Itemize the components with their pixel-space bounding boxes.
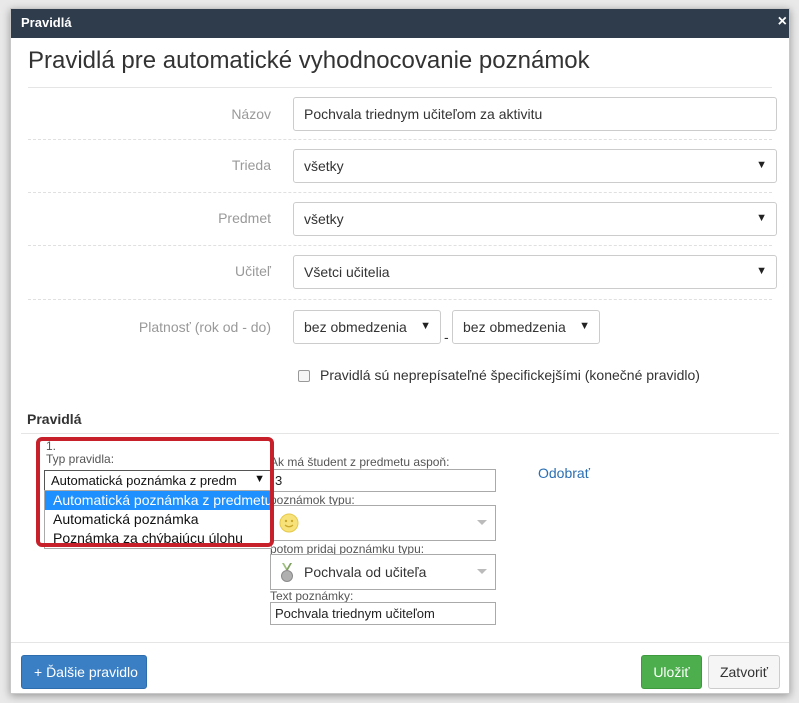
subject-select-value: všetky bbox=[304, 211, 344, 227]
validity-to-value: bez obmedzenia bbox=[463, 319, 566, 335]
validity-label: Platnosť (rok od - do) bbox=[138, 319, 271, 335]
rule-type-option[interactable]: Poznámka za chýbajúcu úlohu bbox=[45, 529, 271, 548]
note-text-label: Text poznámky: bbox=[270, 589, 354, 603]
rule-type-label: Typ pravidla: bbox=[46, 452, 115, 466]
validity-from-value: bez obmedzenia bbox=[304, 319, 407, 335]
validity-from-select[interactable]: bez obmedzenia ▼ bbox=[293, 310, 441, 344]
chevron-down-icon bbox=[477, 520, 487, 525]
teacher-select-value: Všetci učitelia bbox=[304, 264, 390, 280]
teacher-label: Učiteľ bbox=[235, 263, 271, 279]
dropdown-arrow-icon: ▼ bbox=[756, 212, 767, 224]
remove-rule-link[interactable]: Odobrať bbox=[538, 465, 590, 481]
class-label: Trieda bbox=[231, 157, 271, 173]
class-select-value: všetky bbox=[304, 158, 344, 174]
dropdown-arrow-icon: ▼ bbox=[756, 265, 767, 277]
divider bbox=[21, 433, 779, 434]
rules-dialog: Pravidlá × Pravidlá pre automatické vyho… bbox=[10, 8, 790, 694]
rule-number: 1. bbox=[46, 439, 57, 453]
save-button[interactable]: Uložiť bbox=[641, 655, 702, 689]
validity-separator: - bbox=[444, 329, 449, 345]
condition-label: Ak má študent z predmetu aspoň: bbox=[270, 455, 450, 469]
page-title: Pravidlá pre automatické vyhodnocovanie … bbox=[28, 47, 590, 74]
medal-icon bbox=[281, 563, 293, 582]
divider bbox=[11, 642, 789, 643]
class-select[interactable]: všetky ▼ bbox=[293, 149, 777, 183]
rule-type-options: Automatická poznámka z predmetu Automati… bbox=[44, 490, 272, 549]
subject-select[interactable]: všetky ▼ bbox=[293, 202, 777, 236]
dropdown-arrow-icon: ▼ bbox=[756, 159, 767, 171]
note-text-input[interactable]: Pochvala triednym učiteľom bbox=[270, 602, 496, 625]
then-note-value: Pochvala od učiteľa bbox=[304, 564, 427, 580]
dropdown-arrow-icon: ▼ bbox=[579, 320, 590, 332]
rule-type-value: Automatická poznámka z predm bbox=[51, 473, 237, 488]
dialog-title: Pravidlá bbox=[21, 15, 72, 30]
validity-to-select[interactable]: bez obmedzenia ▼ bbox=[452, 310, 600, 344]
divider bbox=[28, 299, 772, 300]
rules-section-title: Pravidlá bbox=[27, 411, 82, 427]
dropdown-arrow-icon: ▼ bbox=[420, 320, 431, 332]
name-input[interactable]: Pochvala triednym učiteľom za aktivitu bbox=[293, 97, 777, 131]
add-rule-button[interactable]: + Ďalšie pravidlo bbox=[21, 655, 147, 689]
divider bbox=[28, 87, 772, 88]
rule-type-option[interactable]: Automatická poznámka z predmetu bbox=[45, 491, 271, 510]
rule-type-select[interactable]: Automatická poznámka z predm ▼ bbox=[44, 470, 272, 491]
chevron-down-icon bbox=[477, 569, 487, 574]
then-note-select[interactable]: Pochvala od učiteľa bbox=[270, 554, 496, 590]
close-icon[interactable]: × bbox=[778, 13, 787, 31]
subject-label: Predmet bbox=[218, 210, 271, 226]
final-rule-label: Pravidlá sú neprepísateľné špecifickejší… bbox=[320, 367, 700, 383]
notes-type-select[interactable] bbox=[270, 505, 496, 541]
dialog-titlebar: Pravidlá × bbox=[11, 9, 789, 38]
final-rule-row[interactable]: Pravidlá sú neprepísateľné špecifickejší… bbox=[298, 367, 700, 383]
divider bbox=[28, 245, 772, 246]
teacher-select[interactable]: Všetci učitelia ▼ bbox=[293, 255, 777, 289]
divider bbox=[28, 192, 772, 193]
condition-input[interactable]: 3 bbox=[270, 469, 496, 492]
divider bbox=[28, 139, 772, 140]
final-rule-checkbox[interactable] bbox=[298, 370, 310, 382]
rule-type-option[interactable]: Automatická poznámka bbox=[45, 510, 271, 529]
smiley-icon bbox=[279, 513, 299, 533]
name-label: Názov bbox=[231, 106, 271, 122]
dropdown-arrow-icon: ▼ bbox=[254, 473, 265, 485]
close-button[interactable]: Zatvoriť bbox=[708, 655, 780, 689]
